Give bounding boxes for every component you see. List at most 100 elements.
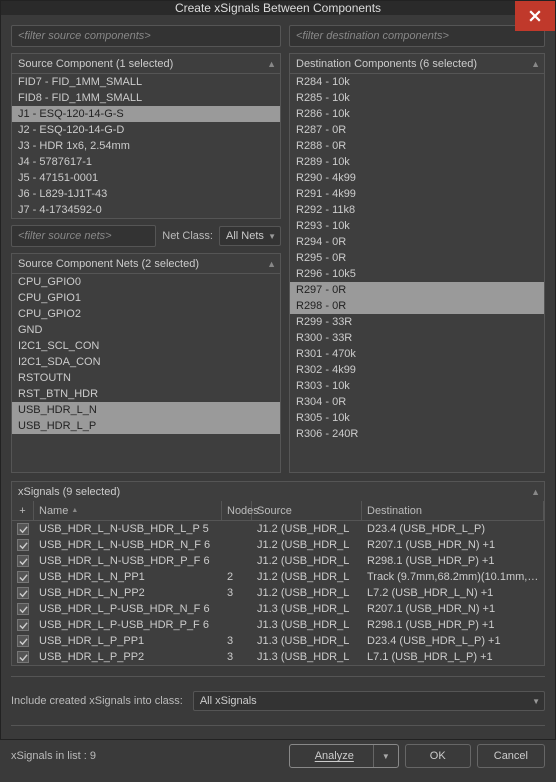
table-row[interactable]: USB_HDR_L_P-USB_HDR_N_F 6J1.3 (USB_HDR_L… [12,601,544,617]
dest-column-header[interactable]: Destination [362,501,544,520]
collapse-icon: ▲ [531,59,540,69]
cell-dest: D23.4 (USB_HDR_L_P) +1 [362,635,544,647]
row-checkbox[interactable] [17,555,29,567]
row-checkbox[interactable] [17,523,29,535]
filter-source-nets-input[interactable]: <filter source nets> [11,225,156,247]
list-item[interactable]: J5 - 47151-0001 [12,170,280,186]
table-row[interactable]: USB_HDR_L_N-USB_HDR_L_P 5J1.2 (USB_HDR_L… [12,521,544,537]
content-area: <filter source components> Source Compon… [1,15,555,782]
include-class-dropdown[interactable]: All xSignals▼ [193,691,545,711]
table-row[interactable]: USB_HDR_L_N_PP23J1.2 (USB_HDR_LL7.2 (USB… [12,585,544,601]
list-item[interactable]: J7 - 4-1734592-0 [12,202,280,218]
xsignals-header[interactable]: xSignals (9 selected)▲ [11,481,545,501]
list-item[interactable]: GND [12,322,280,338]
row-checkbox[interactable] [17,635,29,647]
list-item[interactable]: R301 - 470k [290,346,544,362]
cell-source: J1.2 (USB_HDR_L [252,539,362,551]
list-item[interactable]: R292 - 11k8 [290,202,544,218]
list-item[interactable]: RST_BTN_HDR [12,386,280,402]
table-row[interactable]: USB_HDR_L_P_PP13J1.3 (USB_HDR_LD23.4 (US… [12,633,544,649]
cancel-button[interactable]: Cancel [477,744,545,768]
table-row[interactable]: USB_HDR_L_P_PP23J1.3 (USB_HDR_LL7.1 (USB… [12,649,544,665]
row-checkbox[interactable] [17,651,29,663]
list-item[interactable]: I2C1_SDA_CON [12,354,280,370]
list-item[interactable]: R302 - 4k99 [290,362,544,378]
list-item[interactable]: J1 - ESQ-120-14-G-S [12,106,280,122]
source-column-header[interactable]: Source [252,501,362,520]
cell-source: J1.3 (USB_HDR_L [252,635,362,647]
dest-components-header[interactable]: Destination Components (6 selected)▲ [289,53,545,73]
close-icon [529,10,541,22]
filter-source-components-input[interactable]: <filter source components> [11,25,281,47]
nodes-column-header[interactable]: Nodes [222,501,252,520]
collapse-icon: ▲ [531,487,540,497]
list-item[interactable]: R289 - 10k [290,154,544,170]
list-item[interactable]: R299 - 33R [290,314,544,330]
xsignals-grid[interactable]: USB_HDR_L_N-USB_HDR_L_P 5J1.2 (USB_HDR_L… [11,521,545,666]
list-item[interactable]: R294 - 0R [290,234,544,250]
list-item[interactable]: R298 - 0R [290,298,544,314]
filter-dest-components-input[interactable]: <filter destination components> [289,25,545,47]
list-item[interactable]: R288 - 0R [290,138,544,154]
row-checkbox[interactable] [17,587,29,599]
row-checkbox[interactable] [17,603,29,615]
list-item[interactable]: R295 - 0R [290,250,544,266]
list-item[interactable]: CPU_GPIO1 [12,290,280,306]
list-item[interactable]: USB_HDR_L_P [12,418,280,434]
row-checkbox[interactable] [17,571,29,583]
list-item[interactable]: J6 - L829-1J1T-43 [12,186,280,202]
cell-dest: R298.1 (USB_HDR_P) +1 [362,555,544,567]
row-checkbox[interactable] [17,539,29,551]
table-row[interactable]: USB_HDR_L_P-USB_HDR_P_F 6J1.3 (USB_HDR_L… [12,617,544,633]
list-item[interactable]: CPU_GPIO2 [12,306,280,322]
right-column: <filter destination components> Destinat… [289,25,545,473]
analyze-button[interactable]: Analyze▼ [289,744,399,768]
list-item[interactable]: R296 - 10k5 [290,266,544,282]
list-item[interactable]: R297 - 0R [290,282,544,298]
list-item[interactable]: R300 - 33R [290,330,544,346]
cell-dest: R207.1 (USB_HDR_N) +1 [362,603,544,615]
source-components-list[interactable]: FID7 - FID_1MM_SMALLFID8 - FID_1MM_SMALL… [11,73,281,219]
net-class-dropdown[interactable]: All Nets▼ [219,226,281,246]
list-item[interactable]: R306 - 240R [290,426,544,442]
close-button[interactable] [515,1,555,31]
list-item[interactable]: R303 - 10k [290,378,544,394]
cell-nodes: 2 [222,571,252,583]
list-item[interactable]: I2C1_SCL_CON [12,338,280,354]
list-item[interactable]: J4 - 5787617-1 [12,154,280,170]
collapse-icon: ▲ [267,259,276,269]
cell-source: J1.2 (USB_HDR_L [252,587,362,599]
source-nets-header[interactable]: Source Component Nets (2 selected)▲ [11,253,281,273]
source-component-header[interactable]: Source Component (1 selected)▲ [11,53,281,73]
list-item[interactable]: CPU_GPIO0 [12,274,280,290]
separator [11,676,545,677]
list-item[interactable]: R290 - 4k99 [290,170,544,186]
list-item[interactable]: R305 - 10k [290,410,544,426]
list-item[interactable]: R304 - 0R [290,394,544,410]
list-item[interactable]: J3 - HDR 1x6, 2.54mm [12,138,280,154]
table-row[interactable]: USB_HDR_L_N-USB_HDR_P_F 6J1.2 (USB_HDR_L… [12,553,544,569]
list-item[interactable]: RSTOUTN [12,370,280,386]
source-nets-list[interactable]: CPU_GPIO0CPU_GPIO1CPU_GPIO2GNDI2C1_SCL_C… [11,273,281,473]
chevron-down-icon: ▼ [378,752,394,761]
name-column-header[interactable]: Name [34,501,222,520]
include-class-label: Include created xSignals into class: [11,695,183,707]
list-item[interactable]: R293 - 10k [290,218,544,234]
checkbox-column-header[interactable]: + [12,501,34,520]
ok-button[interactable]: OK [405,744,471,768]
table-row[interactable]: USB_HDR_L_N-USB_HDR_N_F 6J1.2 (USB_HDR_L… [12,537,544,553]
list-item[interactable]: R291 - 4k99 [290,186,544,202]
dest-components-list[interactable]: R284 - 10kR285 - 10kR286 - 10kR287 - 0RR… [289,73,545,473]
list-item[interactable]: R286 - 10k [290,106,544,122]
list-item[interactable]: FID8 - FID_1MM_SMALL [12,90,280,106]
list-item[interactable]: R284 - 10k [290,74,544,90]
list-item[interactable]: USB_HDR_L_N [12,402,280,418]
list-item[interactable]: R285 - 10k [290,90,544,106]
list-item[interactable]: J2 - ESQ-120-14-G-D [12,122,280,138]
table-row[interactable]: USB_HDR_L_N_PP12J1.2 (USB_HDR_LTrack (9.… [12,569,544,585]
list-item[interactable]: FID7 - FID_1MM_SMALL [12,74,280,90]
row-checkbox[interactable] [17,619,29,631]
cell-name: USB_HDR_L_P_PP1 [34,635,222,647]
list-item[interactable]: R287 - 0R [290,122,544,138]
cell-name: USB_HDR_L_P_PP2 [34,651,222,663]
